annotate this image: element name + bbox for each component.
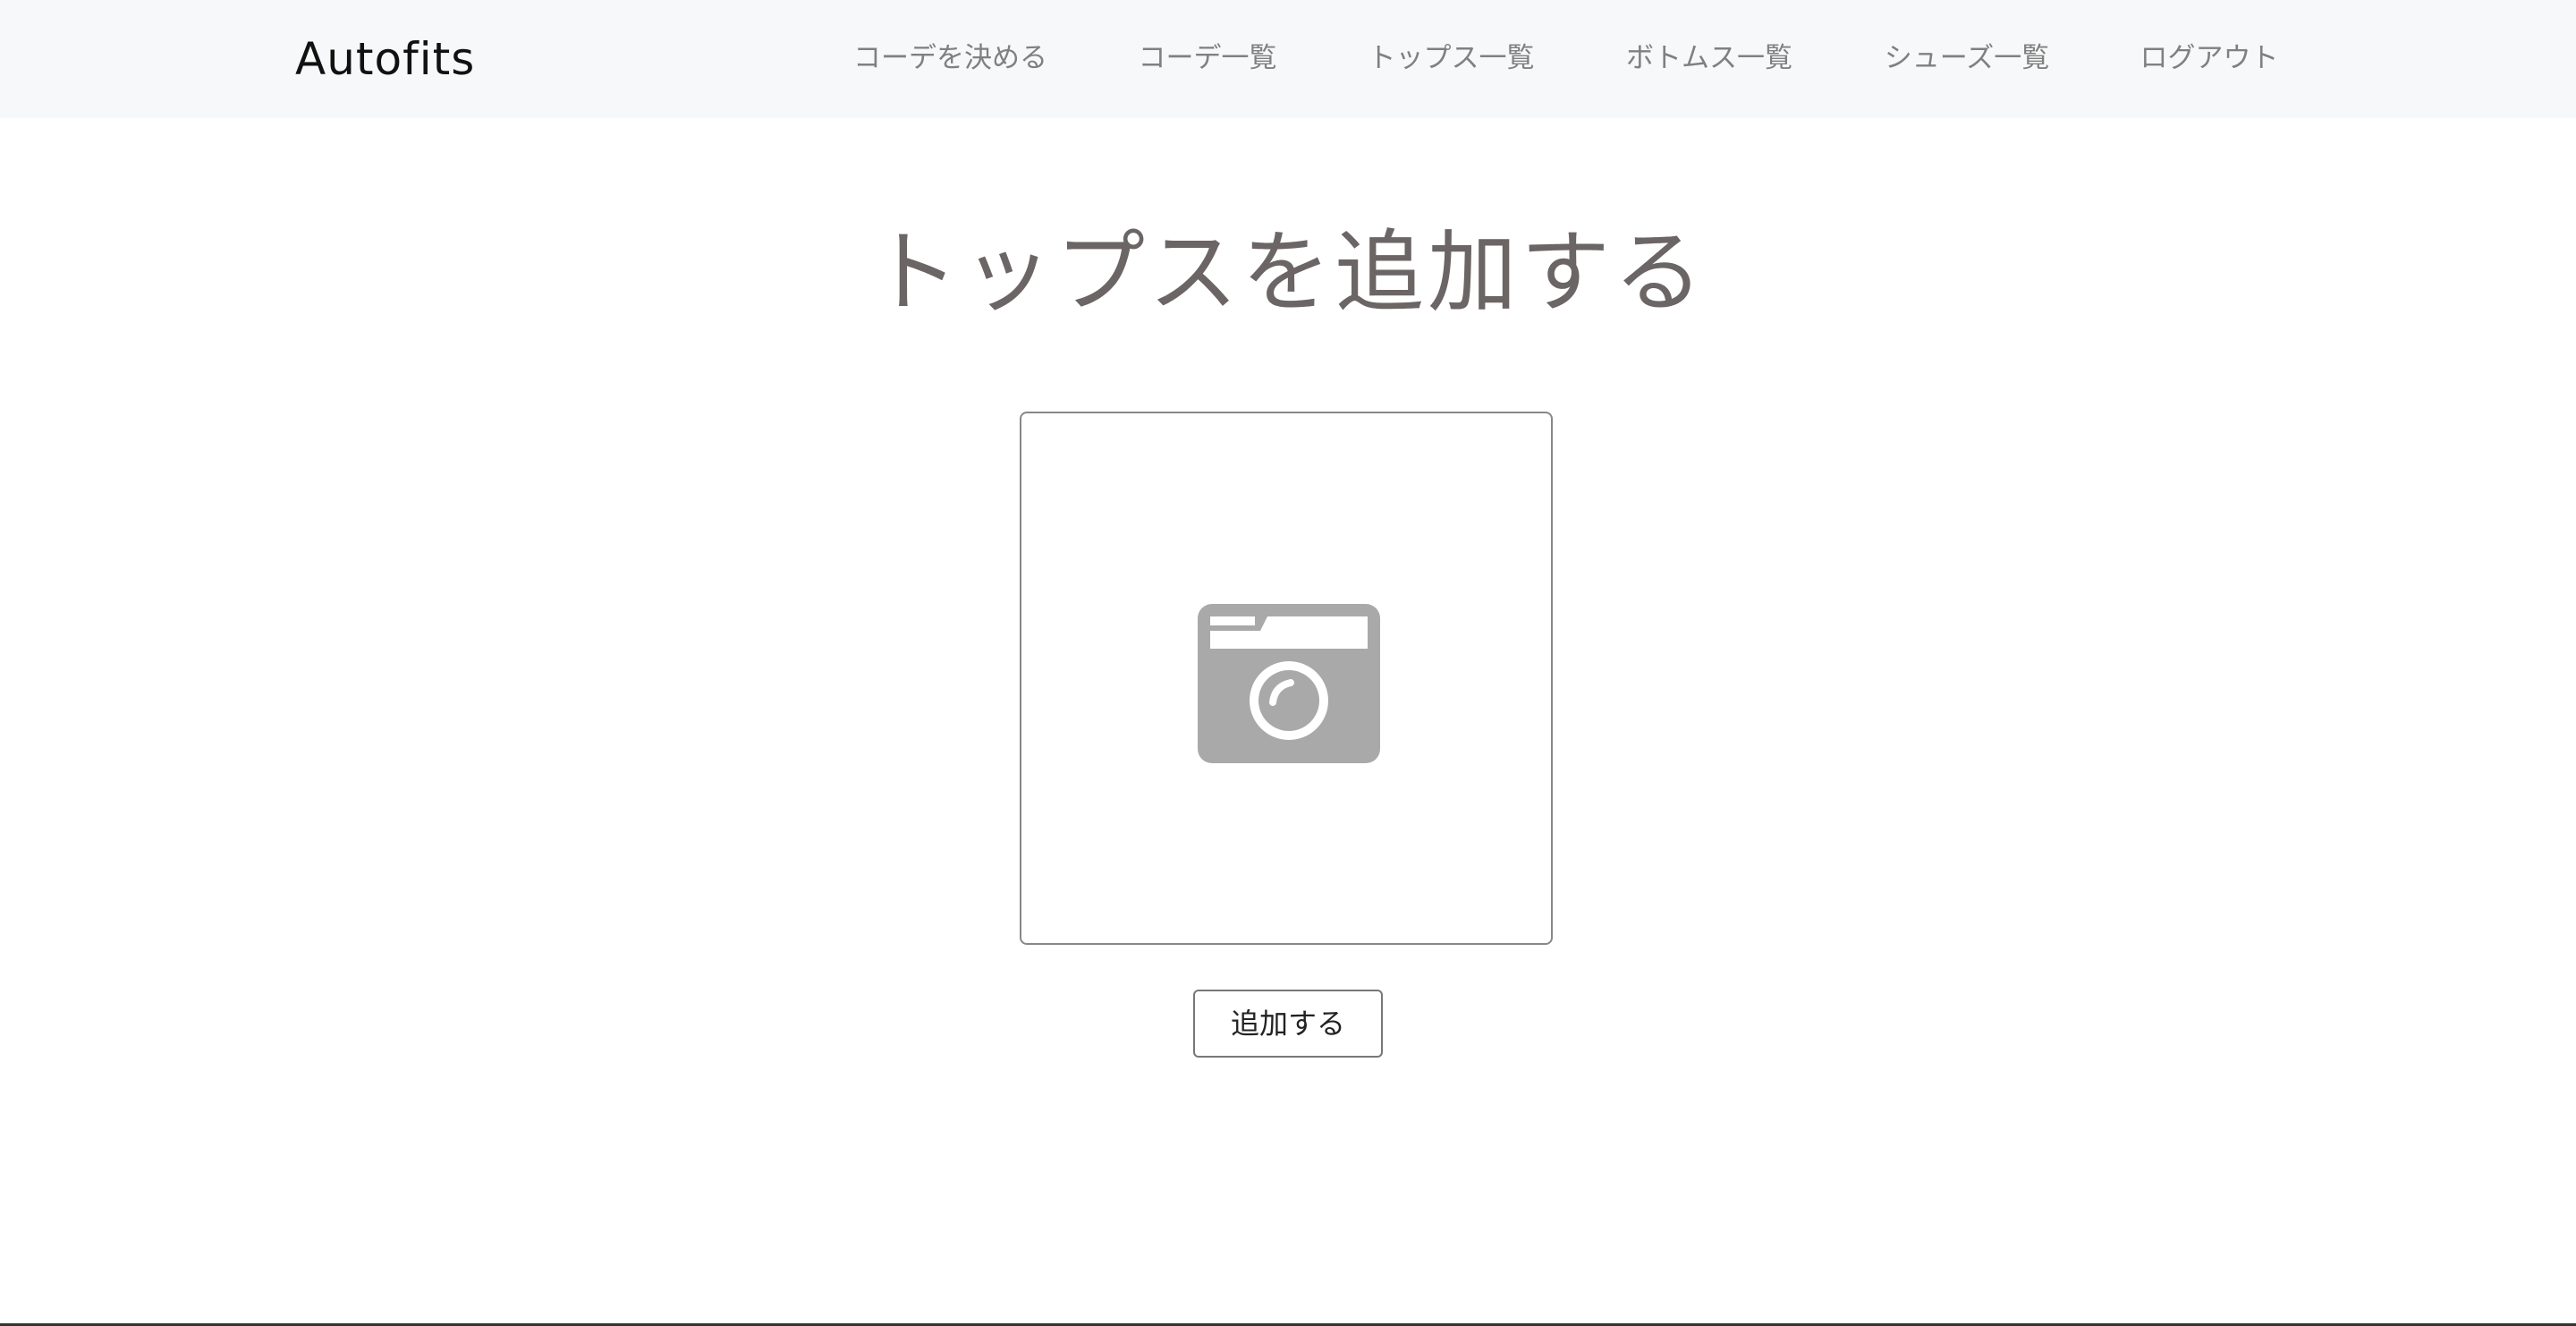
- nav-link-shoes-list[interactable]: シューズ一覧: [1879, 0, 2055, 118]
- add-button[interactable]: 追加する: [1193, 990, 1383, 1058]
- image-upload-area[interactable]: [1020, 412, 1553, 945]
- nav-link-tops-list[interactable]: トップス一覧: [1364, 0, 1538, 118]
- page-title: トップスを追加する: [869, 220, 1707, 325]
- navbar: Autofits コーデを決める コーデ一覧 トップス一覧 ボトムス一覧 シュー…: [0, 0, 2576, 118]
- nav-link-decide-coordinate[interactable]: コーデを決める: [850, 0, 1051, 118]
- nav-link-coordinate-list[interactable]: コーデ一覧: [1135, 0, 1280, 118]
- nav-link-bottoms-list[interactable]: ボトムス一覧: [1621, 0, 1798, 118]
- nav-link-logout[interactable]: ログアウト: [2138, 0, 2281, 118]
- camera-icon: [1198, 604, 1380, 763]
- brand-logo[interactable]: Autofits: [295, 0, 475, 118]
